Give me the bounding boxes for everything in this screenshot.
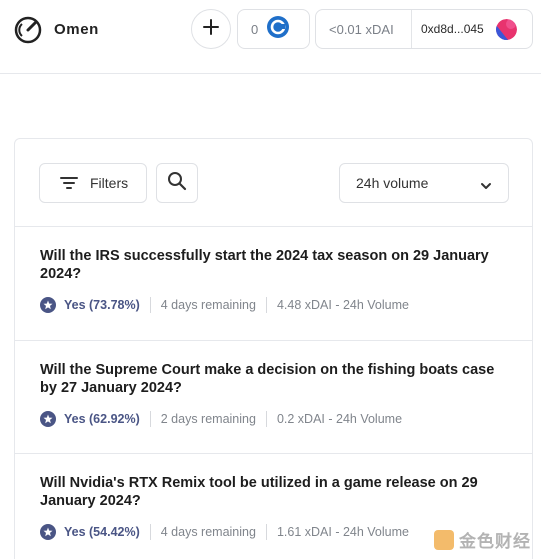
market-remaining: 4 days remaining	[160, 298, 256, 312]
divider	[265, 524, 267, 540]
filters-button[interactable]: Filters	[39, 163, 147, 203]
market-meta: Yes (62.92%) 2 days remaining 0.2 xDAI -…	[40, 411, 402, 427]
market-volume: 4.48 xDAI - 24h Volume	[276, 298, 409, 312]
market-outcome: Yes (62.92%)	[64, 412, 140, 426]
divider	[265, 297, 267, 313]
market-meta: Yes (73.78%) 4 days remaining 4.48 xDAI …	[40, 297, 409, 313]
market-outcome: Yes (73.78%)	[64, 298, 140, 312]
wallet-address: 0xd8d...045	[421, 22, 484, 36]
create-market-button[interactable]	[191, 9, 231, 49]
divider	[265, 411, 267, 427]
wallet-avatar-icon	[496, 19, 517, 40]
divider	[149, 411, 151, 427]
market-volume: 1.61 xDAI - 24h Volume	[276, 525, 409, 539]
market-volume: 0.2 xDAI - 24h Volume	[276, 412, 403, 426]
watermark-text: 金色财经	[459, 532, 531, 551]
market-title[interactable]: Will the IRS successfully start the 2024…	[40, 247, 510, 283]
watermark: 金色财经	[434, 527, 531, 552]
market-remaining: 2 days remaining	[160, 412, 256, 426]
filter-icon	[60, 176, 78, 190]
top-header: Omen 0 <0.01 xDAI 0xd8d...045	[0, 0, 541, 74]
count-icon	[266, 15, 290, 44]
star-icon	[40, 411, 56, 427]
search-icon	[167, 171, 187, 196]
market-row[interactable]: Will the Supreme Court make a decision o…	[15, 341, 532, 454]
filters-label: Filters	[90, 175, 129, 191]
market-row[interactable]: Will the IRS successfully start the 2024…	[15, 227, 532, 341]
search-button[interactable]	[156, 163, 198, 203]
divider	[149, 524, 151, 540]
wallet-button[interactable]: <0.01 xDAI 0xd8d...045	[315, 9, 533, 49]
sort-dropdown[interactable]: 24h volume	[339, 163, 509, 203]
divider	[149, 297, 151, 313]
market-meta: Yes (54.42%) 4 days remaining 1.61 xDAI …	[40, 524, 409, 540]
market-remaining: 4 days remaining	[160, 525, 256, 539]
omen-logo-icon[interactable]	[13, 15, 43, 45]
markets-toolbar: Filters 24h volume	[15, 139, 532, 227]
star-icon	[40, 297, 56, 313]
market-outcome: Yes (54.42%)	[64, 525, 140, 539]
star-icon	[40, 524, 56, 540]
sort-value: 24h volume	[356, 175, 429, 191]
positions-count-button[interactable]: 0	[237, 9, 310, 49]
plus-icon	[202, 18, 220, 41]
wallet-balance: <0.01 xDAI	[329, 22, 394, 37]
market-title[interactable]: Will the Supreme Court make a decision o…	[40, 361, 510, 397]
markets-card: Filters 24h volume Will the IRS successf…	[14, 138, 533, 559]
market-title[interactable]: Will Nvidia's RTX Remix tool be utilized…	[40, 474, 510, 510]
watermark-logo-icon	[434, 529, 454, 550]
wallet-divider	[411, 10, 412, 48]
chevron-down-icon	[480, 178, 492, 189]
positions-count: 0	[251, 21, 259, 37]
brand-name[interactable]: Omen	[54, 21, 99, 38]
